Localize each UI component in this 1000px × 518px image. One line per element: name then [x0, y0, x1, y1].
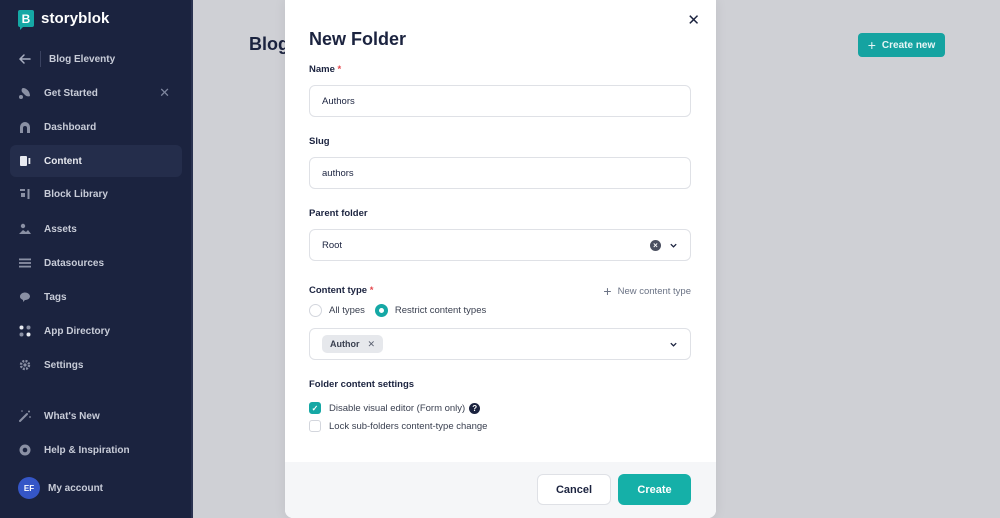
sidebar-item-dashboard[interactable]: Dashboard: [10, 111, 182, 143]
sidebar-item-whats-new[interactable]: What's New: [10, 400, 182, 432]
radio-restrict-content-types[interactable]: [374, 304, 388, 317]
radio-all-types[interactable]: [309, 304, 322, 317]
my-account-label: My account: [48, 482, 104, 494]
name-input[interactable]: Authors: [309, 85, 691, 117]
create-button[interactable]: Create: [618, 474, 691, 505]
magic-wand-icon: [18, 409, 32, 423]
create-new-button[interactable]: + Create new: [858, 33, 945, 57]
assets-icon: [18, 222, 32, 236]
radio-restrict-label[interactable]: Restrict content types: [395, 305, 486, 316]
sidebar-item-label: Content: [44, 155, 82, 167]
new-content-type-button[interactable]: + New content type: [603, 284, 691, 298]
name-label: Name *: [309, 64, 341, 75]
page-title: Blog: [249, 34, 289, 54]
divider: [40, 51, 41, 67]
remove-tag-icon[interactable]: ✕: [368, 339, 376, 350]
logo-text: storyblok: [41, 10, 110, 27]
sidebar-item-label: Assets: [44, 223, 77, 235]
chevron-down-icon[interactable]: [669, 340, 678, 349]
sidebar-item-block-library[interactable]: Block Library: [10, 178, 182, 210]
tags-icon: [18, 290, 32, 304]
sidebar-item-label: What's New: [44, 410, 100, 422]
slug-label: Slug: [309, 136, 330, 147]
sidebar-item-datasources[interactable]: Datasources: [10, 247, 182, 279]
slug-value: authors: [322, 167, 354, 179]
sidebar-item-tags[interactable]: Tags: [10, 281, 182, 313]
modal-footer: Cancel Create: [285, 462, 716, 518]
required-indicator: *: [369, 285, 374, 296]
cancel-button[interactable]: Cancel: [537, 474, 611, 505]
arrow-left-icon: [18, 52, 32, 66]
content-icon: [18, 154, 32, 168]
datasources-icon: [18, 256, 32, 270]
sidebar-item-label: Help & Inspiration: [44, 444, 130, 456]
disable-visual-editor-label[interactable]: Disable visual editor (Form only): [329, 403, 465, 414]
parent-folder-value: Root: [322, 239, 343, 251]
app-directory-icon: [18, 324, 32, 338]
back-to-space[interactable]: Blog Eleventy: [10, 43, 182, 75]
chevron-down-icon[interactable]: [669, 241, 678, 250]
content-type-multiselect[interactable]: Author ✕: [309, 328, 691, 360]
content-type-radio-group: All types Restrict content types: [309, 304, 496, 317]
my-account[interactable]: EF My account: [10, 472, 182, 504]
selected-tag: Author ✕: [322, 335, 384, 353]
sidebar-item-label: Get Started: [44, 87, 98, 99]
close-icon[interactable]: ✕: [687, 11, 700, 29]
create-new-label: Create new: [881, 39, 936, 51]
sidebar-item-help[interactable]: Help & Inspiration: [10, 434, 182, 466]
lock-subfolders-label[interactable]: Lock sub-folders content-type change: [329, 421, 487, 432]
space-name: Blog Eleventy: [49, 53, 116, 65]
rocket-icon: [18, 86, 32, 100]
lock-subfolders-row: Lock sub-folders content-type change: [309, 420, 487, 432]
new-content-type-label: New content type: [617, 285, 691, 297]
slug-input[interactable]: authors: [309, 157, 691, 189]
required-indicator: *: [337, 64, 342, 75]
logo-icon: B: [18, 10, 34, 30]
parent-folder-select[interactable]: Root ×: [309, 229, 691, 261]
block-library-icon: [18, 187, 32, 201]
sidebar-item-get-started[interactable]: Get Started ✕: [10, 77, 182, 109]
help-icon[interactable]: ?: [469, 402, 481, 414]
lifebuoy-icon: [18, 443, 32, 457]
storyblok-logo[interactable]: B storyblok: [18, 10, 110, 30]
disable-visual-editor-row: ✓ Disable visual editor (Form only) ?: [309, 402, 481, 414]
sidebar-item-content[interactable]: Content: [10, 145, 182, 177]
clear-icon[interactable]: ×: [650, 239, 661, 251]
plus-icon: +: [867, 37, 876, 53]
sidebar-item-label: Settings: [44, 359, 84, 371]
sidebar-item-label: App Directory: [44, 325, 111, 337]
content-type-label: Content type *: [309, 285, 373, 296]
disable-visual-editor-checkbox[interactable]: ✓: [309, 402, 321, 414]
sidebar-item-label: Block Library: [44, 188, 108, 200]
close-icon[interactable]: ✕: [159, 85, 170, 101]
avatar: EF: [18, 477, 40, 499]
dashboard-icon: [18, 120, 32, 134]
sidebar: B storyblok Blog Eleventy Get Started ✕ …: [0, 0, 193, 518]
tag-label: Author: [330, 339, 360, 349]
sidebar-item-label: Datasources: [44, 257, 105, 269]
sidebar-item-label: Dashboard: [44, 121, 97, 133]
content-type-label-text: Content type: [309, 285, 368, 296]
settings-icon: [18, 358, 32, 372]
modal-title: New Folder: [309, 29, 407, 49]
lock-subfolders-checkbox[interactable]: [309, 420, 321, 432]
name-label-text: Name: [309, 64, 335, 75]
sidebar-item-app-directory[interactable]: App Directory: [10, 315, 182, 347]
parent-folder-label: Parent folder: [309, 208, 368, 219]
sidebar-item-label: Tags: [44, 291, 67, 303]
sidebar-item-settings[interactable]: Settings: [10, 349, 182, 381]
radio-all-types-label[interactable]: All types: [329, 305, 365, 316]
new-folder-modal: ✕ New Folder Name * Authors Slug authors…: [285, 0, 716, 518]
plus-icon: +: [603, 283, 612, 299]
folder-settings-label: Folder content settings: [309, 379, 415, 390]
sidebar-item-assets[interactable]: Assets: [10, 213, 182, 245]
name-value: Authors: [322, 95, 355, 107]
